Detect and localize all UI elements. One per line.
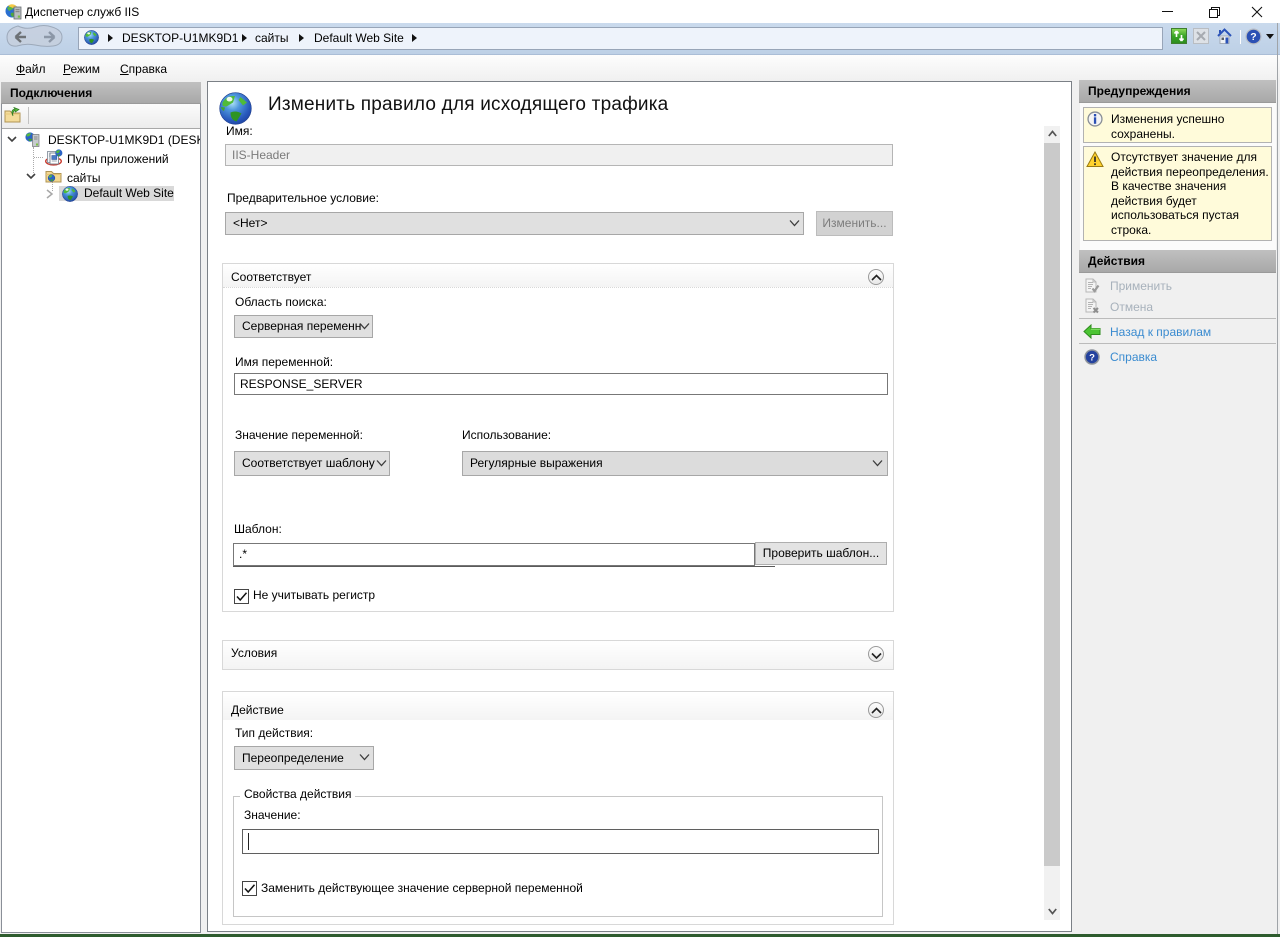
svg-text:?: ? bbox=[1089, 352, 1095, 363]
svg-text:?: ? bbox=[1250, 31, 1256, 43]
